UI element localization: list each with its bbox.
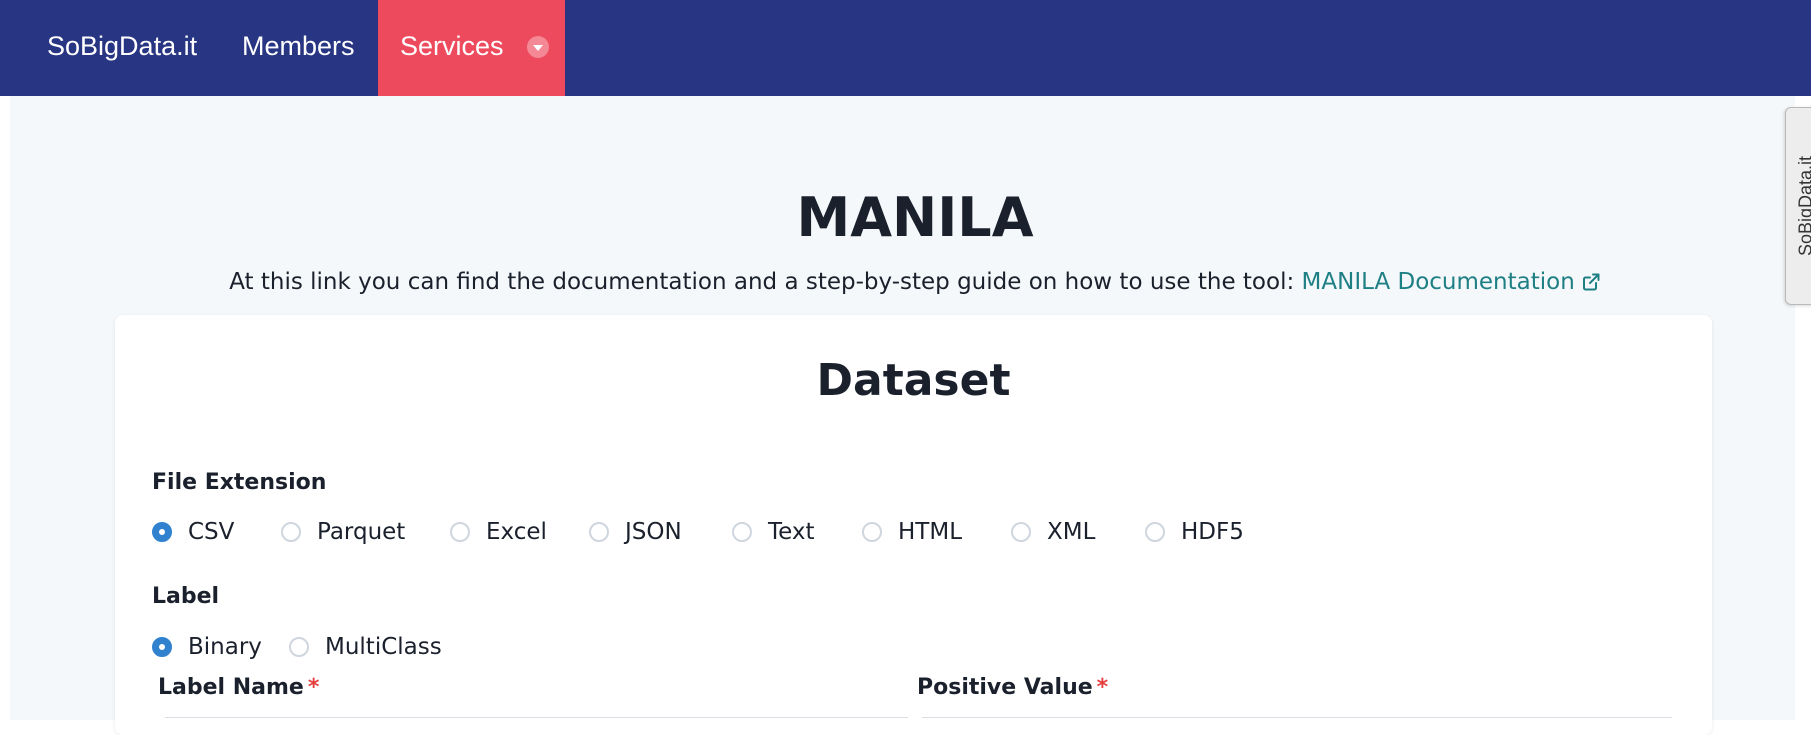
radio-xml-label: XML <box>1047 519 1095 545</box>
radio-parquet-circle[interactable] <box>281 522 301 542</box>
radio-text-label: Text <box>768 519 815 545</box>
chevron-down-icon[interactable] <box>527 36 549 58</box>
radio-csv-label: CSV <box>188 519 234 545</box>
required-marker: * <box>308 675 320 700</box>
radio-excel-label: Excel <box>486 519 547 545</box>
radio-multiclass[interactable]: MultiClass <box>289 632 442 662</box>
nav-services-label: Services <box>400 0 504 92</box>
radio-binary-label: Binary <box>188 634 262 660</box>
documentation-line: At this link you can find the documentat… <box>0 269 1811 298</box>
radio-multiclass-label: MultiClass <box>325 634 442 660</box>
label-name-text: Label Name <box>158 675 304 700</box>
radio-xml-circle[interactable] <box>1011 522 1031 542</box>
positive-value-text: Positive Value <box>917 675 1093 700</box>
radio-excel[interactable]: Excel <box>450 517 547 547</box>
radio-multiclass-circle[interactable] <box>289 637 309 657</box>
radio-csv-circle[interactable] <box>152 522 172 542</box>
radio-hdf5-label: HDF5 <box>1181 519 1244 545</box>
label-name-input[interactable] <box>165 717 908 718</box>
card-title: Dataset <box>115 355 1712 406</box>
radio-text[interactable]: Text <box>732 517 815 547</box>
label-name-label: Label Name* <box>158 675 319 700</box>
required-marker: * <box>1097 675 1109 700</box>
radio-html-label: HTML <box>898 519 962 545</box>
external-link-icon <box>1581 272 1601 298</box>
dataset-card: Dataset File Extension CSV Parquet Excel… <box>115 315 1712 735</box>
documentation-link-label: MANILA Documentation <box>1302 269 1575 295</box>
page-title: MANILA <box>0 186 1811 249</box>
file-extension-label: File Extension <box>152 470 326 495</box>
radio-parquet-label: Parquet <box>317 519 405 545</box>
radio-json[interactable]: JSON <box>589 517 682 547</box>
nav-services[interactable]: Services <box>378 0 565 96</box>
radio-parquet[interactable]: Parquet <box>281 517 405 547</box>
radio-hdf5-circle[interactable] <box>1145 522 1165 542</box>
radio-html-circle[interactable] <box>862 522 882 542</box>
documentation-text: At this link you can find the documentat… <box>229 269 1301 295</box>
label-section-label: Label <box>152 584 219 609</box>
radio-json-circle[interactable] <box>589 522 609 542</box>
positive-value-input[interactable] <box>922 717 1672 718</box>
radio-hdf5[interactable]: HDF5 <box>1145 517 1244 547</box>
radio-text-circle[interactable] <box>732 522 752 542</box>
radio-xml[interactable]: XML <box>1011 517 1095 547</box>
top-navbar: SoBigData.it Members Services <box>0 0 1811 96</box>
nav-members[interactable]: Members <box>242 0 355 96</box>
radio-json-label: JSON <box>625 519 682 545</box>
positive-value-label: Positive Value* <box>917 675 1108 700</box>
radio-html[interactable]: HTML <box>862 517 962 547</box>
radio-binary-circle[interactable] <box>152 637 172 657</box>
radio-csv[interactable]: CSV <box>152 517 234 547</box>
radio-binary[interactable]: Binary <box>152 632 262 662</box>
brand-link[interactable]: SoBigData.it <box>47 0 197 96</box>
documentation-link[interactable]: MANILA Documentation <box>1302 269 1601 295</box>
radio-excel-circle[interactable] <box>450 522 470 542</box>
